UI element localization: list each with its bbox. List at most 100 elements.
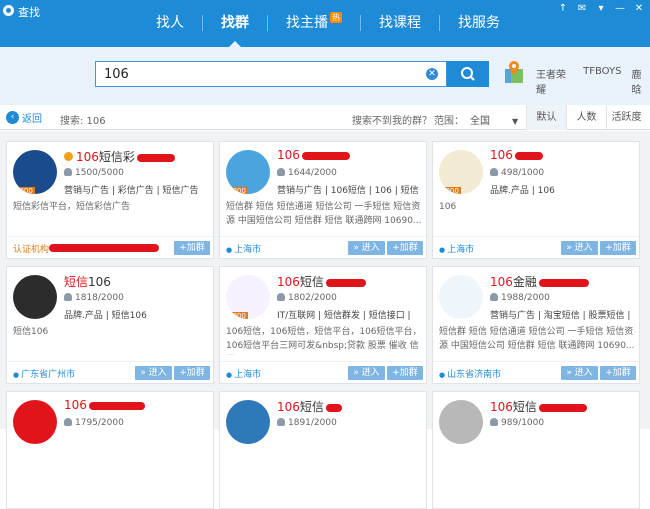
back-button[interactable]: ‹ 返回 [6,110,42,125]
group-card[interactable]: 106金融 1988/2000 营销与广告 | 淘宝短信 | 股票短信 | 短信群 短… [432,266,640,384]
group-card[interactable]: 2000 106 498/1000 品牌.产品 | 106 106 上海市 » 进入+加群 [432,141,640,259]
search-input[interactable] [96,62,416,86]
group-card[interactable]: 5000 106短信彩 1500/5000 营销与广告 | 彩信广告 | 短信广告 短信… [6,141,214,259]
enter-group-button[interactable]: » 进入 [561,241,598,255]
group-avatar[interactable]: 2000 [226,150,270,194]
person-icon [490,418,498,426]
menu-icon[interactable]: ▾ [596,3,606,14]
sort-members[interactable]: 人数 [566,105,606,130]
group-name[interactable]: 106 [277,148,350,162]
tab-find-anchor[interactable]: 找主播热 [268,12,360,47]
level-badge: 5000 [13,187,35,194]
group-description: 短信群 短信 短信通道 短信公司 一手短信 短信资源 中国短信公司 短信群 短信… [226,202,422,226]
group-description [226,450,422,480]
enter-group-button[interactable]: » 进入 [348,366,385,380]
location-map-icon[interactable] [503,59,525,85]
redaction-mark [88,401,145,410]
join-group-button[interactable]: +加群 [174,241,210,255]
group-avatar[interactable] [439,275,483,319]
group-name[interactable]: 106短信彩 [64,148,175,165]
hot-link[interactable]: 王者荣耀 [536,66,573,96]
level-badge: 2000 [439,187,461,194]
sort-activity[interactable]: 活跃度 [606,105,646,130]
location-label[interactable]: 山东省济南市 [439,367,501,380]
member-count: 989/1000 [490,418,544,428]
group-description [13,450,209,480]
level-badge: 2000 [226,312,248,319]
tab-find-group[interactable]: 找群 [203,12,267,47]
group-card[interactable]: 106短信 989/1000 [432,391,640,509]
group-avatar[interactable] [13,275,57,319]
group-name[interactable]: 短信106 [64,273,111,290]
hot-link[interactable]: 鹿晗 [631,66,650,96]
close-icon[interactable]: ✕ [634,3,644,14]
member-count: 1818/2000 [64,293,124,303]
group-avatar[interactable]: 2000 [439,150,483,194]
redaction-mark [136,153,175,162]
join-group-button[interactable]: +加群 [600,241,636,255]
group-tags: 营销与广告 | 106短信 | 106 | 短信 [277,186,419,196]
name-highlight: 106 [490,148,513,162]
tab-label: 找人 [156,15,184,31]
group-name[interactable]: 106短信 [277,398,342,415]
sort-default[interactable]: 默认 [526,105,566,130]
upload-icon[interactable]: ↑ [558,3,568,14]
location-label[interactable]: 上海市 [226,242,261,255]
group-avatar[interactable] [226,400,270,444]
name-highlight: 106 [277,400,300,414]
minimize-icon[interactable]: — [615,3,625,14]
tab-label: 找课程 [379,15,421,31]
name-highlight: 短信 [64,275,89,289]
range-select[interactable]: 全国 ▼ [470,112,518,127]
verified-icon [64,152,73,161]
tab-find-course[interactable]: 找课程 [361,12,439,47]
group-avatar[interactable] [439,400,483,444]
enter-group-button[interactable]: » 进入 [348,241,385,255]
name-rest: 短信 [299,400,324,414]
group-name[interactable]: 106 [64,398,145,412]
join-group-button[interactable]: +加群 [600,366,636,380]
hot-link[interactable]: TFBOYS [583,66,621,96]
group-description [439,450,635,480]
group-tags: 品牌.产品 | 106 [490,186,555,196]
group-name[interactable]: 106金融 [490,273,589,290]
group-name[interactable]: 106短信 [277,273,366,290]
location-label[interactable]: 上海市 [226,367,261,380]
enter-group-button[interactable]: » 进入 [135,366,172,380]
name-rest: 短信 [512,400,537,414]
join-group-button[interactable]: +加群 [174,366,210,380]
search-button[interactable] [447,61,489,87]
person-icon [277,418,285,426]
group-card[interactable]: 106短信 1891/2000 [219,391,427,509]
tab-find-people[interactable]: 找人 [138,12,202,47]
message-icon[interactable]: ✉ [577,3,587,14]
enter-group-button[interactable]: » 进入 [561,366,598,380]
group-card[interactable]: 106 1795/2000 [6,391,214,509]
redaction-mark [538,403,587,412]
window-title: 查找 [18,6,40,19]
group-avatar[interactable] [13,400,57,444]
group-tags: IT/互联网 | 短信群发 | 短信接口 | [277,311,411,321]
tab-find-service[interactable]: 找服务 [440,12,518,47]
redaction-mark [538,278,589,287]
group-avatar[interactable]: 5000 [13,150,57,194]
redaction-mark [301,151,350,160]
redaction-mark [325,403,342,412]
group-name[interactable]: 106 [490,148,543,162]
group-card[interactable]: 短信106 1818/2000 品牌.产品 | 短信106 短信106 广东省广州市 » … [6,266,214,384]
join-group-button[interactable]: +加群 [387,241,423,255]
range-label: 范围： [434,116,464,127]
clear-icon[interactable]: ✕ [426,68,438,80]
group-card[interactable]: 2000 106 1644/2000 营销与广告 | 106短信 | 106 | 短信… [219,141,427,259]
join-group-button[interactable]: +加群 [387,366,423,380]
group-avatar[interactable]: 2000 [226,275,270,319]
member-count-value: 1891/2000 [288,418,337,428]
member-count: 1500/5000 [64,168,124,178]
location-label[interactable]: 上海市 [439,242,474,255]
location-label[interactable]: 广东省广州市 [13,367,75,380]
group-card[interactable]: 2000 106短信 1802/2000 IT/互联网 | 短信群发 | 短信接口 |… [219,266,427,384]
group-name[interactable]: 106短信 [490,398,587,415]
not-found-link[interactable]: 搜索不到我的群？ [352,112,432,127]
group-description: 短信群 短信 短信通道 短信公司 一手短信 短信资源 中国短信公司 短信群 短信… [439,327,635,351]
member-count-value: 1802/2000 [288,293,337,303]
